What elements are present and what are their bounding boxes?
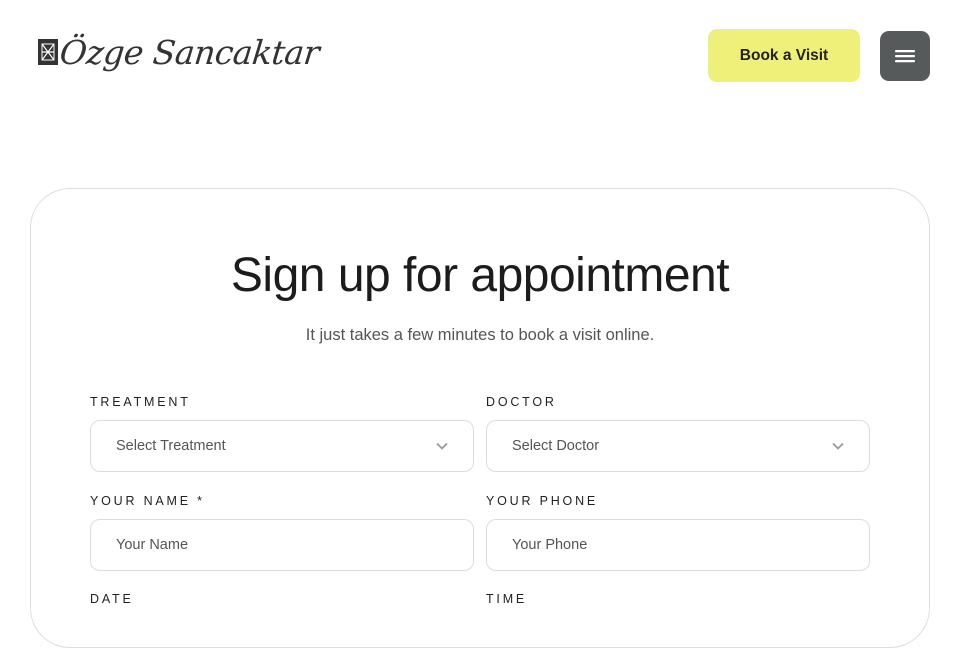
date-label: DATE	[90, 592, 134, 606]
treatment-label: TREATMENT	[90, 395, 191, 409]
chevron-down-icon	[832, 442, 844, 450]
time-label: TIME	[486, 592, 528, 606]
doctor-label: DOCTOR	[486, 395, 557, 409]
menu-button[interactable]	[880, 31, 930, 81]
doctor-select-value: Select Doctor	[512, 438, 600, 454]
logo-mark-icon	[38, 39, 58, 65]
your-name-label: YOUR NAME *	[90, 494, 205, 508]
site-header: Özge Sancaktar Book a Visit	[0, 0, 960, 110]
site-logo[interactable]: Özge Sancaktar	[38, 24, 322, 80]
treatment-select-value: Select Treatment	[116, 438, 226, 454]
book-a-visit-button[interactable]: Book a Visit	[708, 29, 860, 82]
your-name-input[interactable]	[90, 519, 474, 571]
your-phone-label: YOUR PHONE	[486, 494, 599, 508]
treatment-select[interactable]: Select Treatment	[90, 420, 474, 472]
logo-text: Özge Sancaktar	[57, 32, 322, 72]
hamburger-menu-icon	[895, 50, 915, 63]
chevron-down-icon	[436, 442, 448, 450]
page-title: Sign up for appointment	[230, 249, 730, 302]
your-phone-input[interactable]	[486, 519, 870, 571]
page-subtitle: It just takes a few minutes to book a vi…	[305, 326, 655, 344]
doctor-select[interactable]: Select Doctor	[486, 420, 870, 472]
